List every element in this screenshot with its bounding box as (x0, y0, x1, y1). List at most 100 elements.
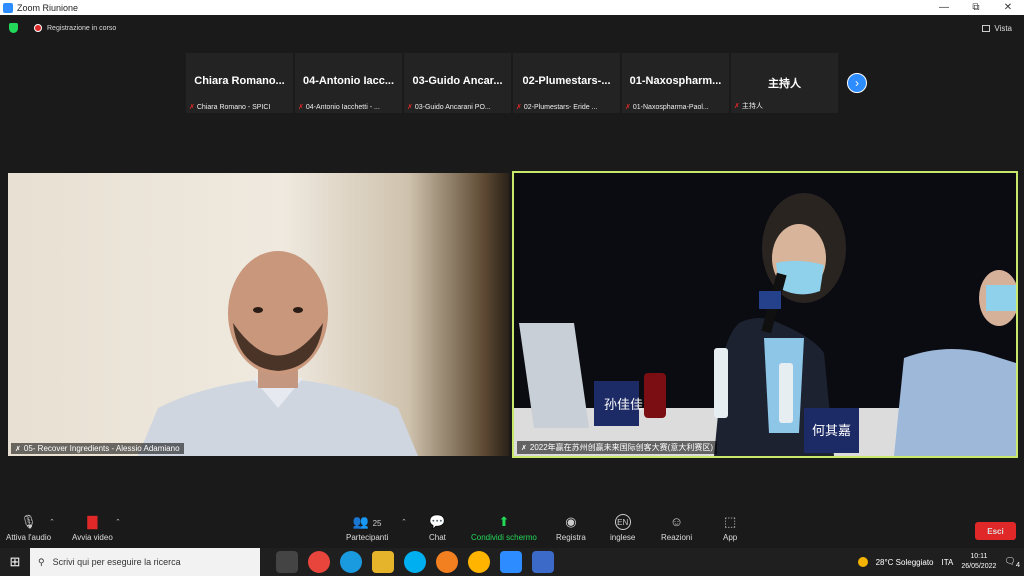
participant-thumbnail[interactable]: 01-Naxospharm... ✗ 01-Naxospharma-Paol... (622, 53, 729, 113)
participant-label-text: 01-Naxospharma-Paol... (632, 103, 709, 111)
participant-label: ✗ 02-Plumestars- Eride ... (516, 103, 617, 112)
zoom-taskbar-icon[interactable] (500, 551, 522, 573)
chat-button[interactable]: 💬 Chat (429, 514, 446, 542)
mic-muted-icon: ✗ (15, 445, 21, 453)
participant-name: 03-Guido Ancar... (412, 75, 503, 87)
windows-start-icon[interactable]: ⊞ (0, 548, 30, 576)
participant-label: ✗ 01-Naxospharma-Paol... (625, 103, 726, 112)
mic-muted-icon: ✗ (407, 104, 413, 111)
firefox-icon[interactable] (436, 551, 458, 573)
participant-name: 主持人 (768, 78, 801, 90)
participants-button[interactable]: 👥 25 Partecipanti (346, 514, 388, 542)
minimize-button[interactable]: — (928, 2, 960, 13)
participant-name: 04-Antonio Iacc... (302, 75, 395, 87)
audio-options-caret[interactable]: ⌃ (49, 518, 55, 526)
participant-name: Chiara Romano... (194, 75, 285, 87)
clock[interactable]: 10:11 26/05/2022 (961, 552, 996, 572)
unmute-button[interactable]: 🎙 Attiva l'audio (6, 514, 51, 542)
weather-text[interactable]: 28°C Soleggiato (876, 558, 934, 567)
mic-muted-icon: ✗ (521, 444, 527, 452)
video-name-label: ✗ 2022年赢在苏州创赢未来国际创客大赛(意大利赛区) (517, 441, 717, 454)
window-controls: — ⧉ ✕ (928, 2, 1024, 13)
shield-icon[interactable] (9, 23, 18, 33)
clock-time: 10:11 (970, 553, 988, 560)
participants-options-caret[interactable]: ⌃ (401, 518, 407, 526)
language-indicator[interactable]: ITA (941, 558, 953, 567)
grid-icon (982, 24, 991, 32)
start-video-button[interactable]: ▇ Avvia video (72, 514, 113, 542)
participant-label: ✗ 03-Guido Ancarani PO... (407, 103, 508, 112)
view-button[interactable]: Vista (982, 24, 1012, 33)
video-name-text: 05- Recover Ingredients - Alessio Adamia… (23, 444, 180, 453)
leave-button[interactable]: Esci (975, 522, 1016, 540)
participant-name: 01-Naxospharm... (629, 75, 722, 87)
notification-count: 4 (1015, 559, 1020, 569)
participant-strip: Chiara Romano... ✗ Chiara Romano - SPICI … (186, 53, 838, 113)
zoom-app-icon (3, 2, 13, 13)
edge-icon[interactable] (340, 551, 362, 573)
participant-label-text: 03-Guido Ancarani PO... (414, 103, 491, 111)
apps-button[interactable]: ⬚ App (723, 514, 737, 542)
mic-muted-icon: ✗ (734, 103, 740, 110)
participant-label-text: 主持人 (741, 103, 763, 110)
participant-thumbnail[interactable]: Chiara Romano... ✗ Chiara Romano - SPICI (186, 53, 293, 113)
search-placeholder: Scrivi qui per eseguire la ricerca (52, 557, 181, 567)
reactions-icon: ☺ (669, 514, 684, 529)
participants-icon: 👥 25 (352, 514, 382, 529)
share-screen-button[interactable]: ⬆ Condividi schermo (471, 514, 537, 542)
participant-video (138, 251, 418, 456)
participant-thumbnail[interactable]: 03-Guido Ancar... ✗ 03-Guido Ancarani PO.… (404, 53, 511, 113)
language-label: inglese (610, 533, 636, 542)
share-screen-icon: ⬆ (498, 514, 510, 529)
reactions-button[interactable]: ☺ Reazioni (661, 514, 692, 542)
recording-icon (34, 24, 42, 32)
app-icon[interactable] (468, 551, 490, 573)
notifications-icon[interactable]: 🗨4 (1004, 556, 1020, 569)
share-screen-label: Condividi schermo (471, 533, 537, 542)
record-icon: ◉ (565, 514, 577, 529)
file-explorer-icon[interactable] (372, 551, 394, 573)
participant-thumbnail[interactable]: 02-Plumestars-... ✗ 02-Plumestars- Eride … (513, 53, 620, 113)
meeting-info-bar: Registrazione in corso Vista (0, 15, 1024, 41)
participants-label: Partecipanti (346, 533, 389, 542)
conference-video: 孙佳佳 何其嘉 (514, 173, 1016, 456)
reactions-label: Reazioni (661, 533, 693, 542)
unmute-label: Attiva l'audio (6, 533, 52, 542)
apps-icon: ⬚ (723, 514, 737, 529)
microphone-muted-icon: 🎙 (20, 514, 37, 529)
mic-muted-icon: ✗ (298, 104, 304, 111)
participant-label-text: 04-Antonio Iacchetti - ... (305, 103, 380, 111)
interpretation-button[interactable]: EN inglese (610, 514, 635, 542)
video-tile-left[interactable]: ✗ 05- Recover Ingredients - Alessio Adami… (8, 173, 509, 456)
apps-label: App (723, 533, 738, 542)
mic-muted-icon: ✗ (625, 104, 631, 111)
close-button[interactable]: ✕ (992, 2, 1024, 13)
windows-taskbar: ⊞ ⚲ Scrivi qui per eseguire la ricerca 2… (0, 548, 1024, 576)
photos-icon[interactable] (532, 551, 554, 573)
record-button[interactable]: ◉ Registra (556, 514, 586, 542)
chat-label: Chat (429, 533, 446, 542)
participant-thumbnail[interactable]: 04-Antonio Iacc... ✗ 04-Antonio Iacchetti… (295, 53, 402, 113)
window-titlebar: Zoom Riunione — ⧉ ✕ (0, 0, 1024, 15)
next-page-button[interactable]: › (847, 73, 867, 93)
start-video-label: Avvia video (72, 533, 113, 542)
window-title: Zoom Riunione (17, 2, 79, 13)
video-options-caret[interactable]: ⌃ (115, 518, 121, 526)
mic-muted-icon: ✗ (189, 104, 195, 111)
skype-icon[interactable] (404, 551, 426, 573)
participant-thumbnail[interactable]: 主持人 ✗ 主持人 (731, 53, 838, 113)
video-tile-right-active-speaker[interactable]: 孙佳佳 何其嘉 ✗ 2022年赢在苏州创赢未来国际创客大赛(意大利赛区) (512, 171, 1018, 458)
task-view-icon[interactable] (276, 551, 298, 573)
weather-icon (857, 557, 868, 567)
chrome-icon[interactable] (308, 551, 330, 573)
language-badge: EN (614, 514, 631, 530)
maximize-button[interactable]: ⧉ (960, 2, 992, 13)
chat-icon: 💬 (429, 514, 446, 529)
record-label: Registra (556, 533, 586, 542)
name-card-2: 何其嘉 (812, 423, 851, 439)
search-icon: ⚲ (38, 556, 45, 567)
taskbar-search-box[interactable]: ⚲ Scrivi qui per eseguire la ricerca (30, 548, 260, 576)
video-name-label: ✗ 05- Recover Ingredients - Alessio Adami… (11, 443, 184, 454)
participant-label-text: Chiara Romano - SPICI (196, 103, 271, 111)
system-tray: 28°C Soleggiato ITA 10:11 26/05/2022 🗨4 (857, 552, 1020, 572)
